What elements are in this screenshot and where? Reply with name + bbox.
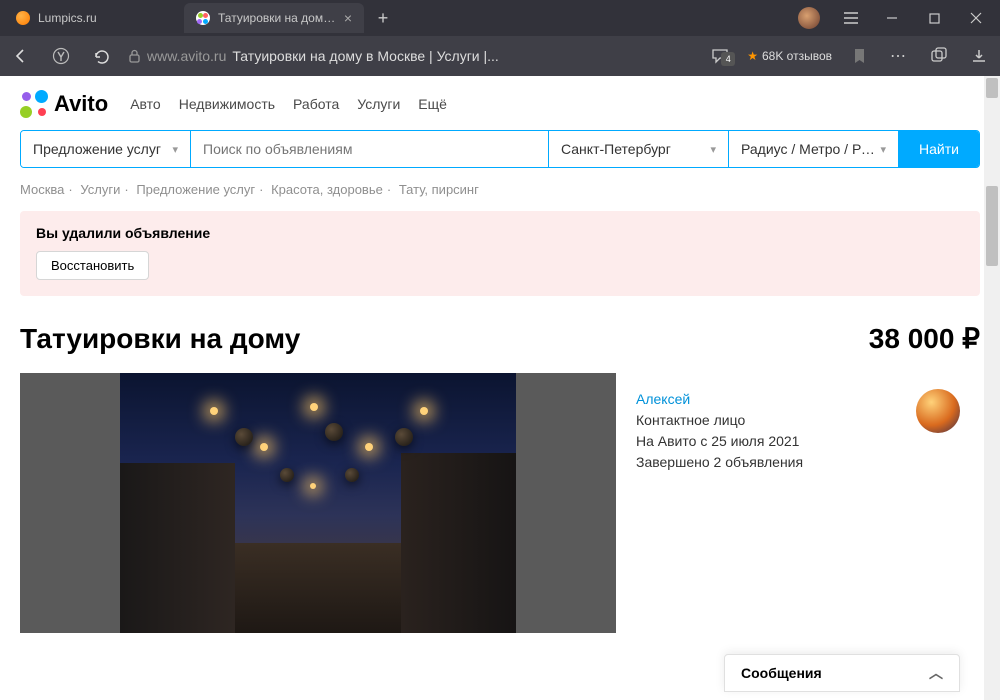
search-bar: Предложение услуг ▾ Санкт-Петербург ▾ Ра… bbox=[20, 130, 980, 168]
tab-title: Lumpics.ru bbox=[38, 11, 172, 25]
profile-avatar-icon[interactable] bbox=[798, 7, 820, 29]
avito-logo[interactable]: Avito bbox=[20, 90, 108, 118]
browser-titlebar: Lumpics.ru Татуировки на дому в | × + bbox=[0, 0, 1000, 36]
alert-title: Вы удалили объявление bbox=[36, 225, 964, 241]
avito-logo-text: Avito bbox=[54, 91, 108, 117]
more-icon[interactable]: ⋯ bbox=[886, 46, 912, 66]
yandex-icon[interactable] bbox=[48, 43, 74, 69]
notification-icon[interactable]: 4 bbox=[707, 48, 733, 64]
browser-tab-inactive[interactable]: Lumpics.ru bbox=[4, 3, 184, 33]
search-category-dropdown[interactable]: Предложение услуг ▾ bbox=[21, 131, 191, 167]
reviews-count: 68K отзывов bbox=[762, 49, 832, 63]
breadcrumb-item[interactable]: Тату, пирсинг bbox=[399, 182, 479, 197]
search-category-value: Предложение услуг bbox=[33, 141, 161, 157]
seller-avatar[interactable] bbox=[916, 389, 960, 433]
deleted-alert: Вы удалили объявление Восстановить bbox=[20, 211, 980, 296]
scrollbar-track[interactable] bbox=[984, 76, 1000, 700]
seller-name-link[interactable]: Алексей bbox=[636, 389, 904, 410]
listing-body: Алексей Контактное лицо На Авито с 25 ию… bbox=[20, 373, 980, 633]
seller-since: На Авито с 25 июля 2021 bbox=[636, 431, 904, 452]
nav-auto[interactable]: Авто bbox=[130, 96, 161, 112]
breadcrumb: Москва· Услуги· Предложение услуг· Красо… bbox=[20, 182, 980, 197]
search-radius-dropdown[interactable]: Радиус / Метро / Рай... ▾ bbox=[729, 131, 899, 167]
site-header: Avito Авто Недвижимость Работа Услуги Ещ… bbox=[20, 90, 980, 118]
extensions-icon[interactable] bbox=[926, 47, 952, 65]
search-city-dropdown[interactable]: Санкт-Петербург ▾ bbox=[549, 131, 729, 167]
top-nav: Авто Недвижимость Работа Услуги Ещё bbox=[130, 96, 447, 112]
notif-count: 4 bbox=[721, 52, 735, 66]
seller-role: Контактное лицо bbox=[636, 410, 904, 431]
url-domain: www.avito.ru bbox=[147, 48, 226, 64]
breadcrumb-item[interactable]: Красота, здоровье bbox=[271, 182, 383, 197]
search-input[interactable] bbox=[203, 141, 536, 157]
nav-services[interactable]: Услуги bbox=[357, 96, 400, 112]
nav-more[interactable]: Ещё bbox=[418, 96, 447, 112]
back-button[interactable] bbox=[8, 43, 34, 69]
page-viewport: Avito Авто Недвижимость Работа Услуги Ещ… bbox=[0, 76, 1000, 700]
listing-title: Татуировки на дому bbox=[20, 323, 300, 355]
tab-title: Татуировки на дому в | bbox=[218, 11, 336, 25]
star-icon: ★ bbox=[747, 49, 758, 63]
restore-button[interactable]: Восстановить bbox=[36, 251, 149, 280]
chevron-down-icon: ▾ bbox=[710, 143, 716, 156]
chevron-down-icon: ▾ bbox=[880, 143, 886, 156]
favicon-orange-icon bbox=[16, 11, 30, 25]
seller-completed: Завершено 2 объявления bbox=[636, 452, 904, 473]
browser-tab-active[interactable]: Татуировки на дому в | × bbox=[184, 3, 364, 33]
search-button[interactable]: Найти bbox=[899, 131, 979, 167]
new-tab-button[interactable]: + bbox=[370, 5, 396, 31]
scrollbar-thumb[interactable] bbox=[986, 186, 998, 266]
bookmark-icon[interactable] bbox=[846, 48, 872, 64]
url-page-title: Татуировки на дому в Москве | Услуги |..… bbox=[232, 48, 498, 64]
search-radius-value: Радиус / Метро / Рай... bbox=[741, 141, 880, 157]
window-close-button[interactable] bbox=[956, 2, 996, 34]
seller-card: Алексей Контактное лицо На Авито с 25 ию… bbox=[616, 373, 980, 633]
chevron-up-icon: ︿ bbox=[929, 663, 943, 683]
listing-gallery[interactable] bbox=[20, 373, 616, 633]
tab-close-icon[interactable]: × bbox=[344, 10, 352, 26]
search-query-wrap bbox=[191, 131, 549, 167]
url-field[interactable]: www.avito.ru Татуировки на дому в Москве… bbox=[128, 42, 693, 70]
browser-address-bar: www.avito.ru Татуировки на дому в Москве… bbox=[0, 36, 1000, 76]
breadcrumb-item[interactable]: Москва bbox=[20, 182, 64, 197]
download-icon[interactable] bbox=[966, 48, 992, 64]
chevron-down-icon: ▾ bbox=[172, 143, 178, 156]
favicon-avito-icon bbox=[196, 11, 210, 25]
nav-jobs[interactable]: Работа bbox=[293, 96, 339, 112]
listing-main-image bbox=[120, 373, 516, 633]
listing-header: Татуировки на дому 38 000 ₽ bbox=[20, 322, 980, 355]
reload-button[interactable] bbox=[88, 43, 114, 69]
window-minimize-button[interactable] bbox=[872, 2, 912, 34]
search-city-value: Санкт-Петербург bbox=[561, 141, 671, 157]
messages-panel-toggle[interactable]: Сообщения ︿ bbox=[724, 654, 960, 692]
scroll-up-arrow[interactable] bbox=[986, 78, 998, 98]
listing-price: 38 000 ₽ bbox=[869, 322, 980, 355]
breadcrumb-item[interactable]: Предложение услуг bbox=[136, 182, 255, 197]
window-maximize-button[interactable] bbox=[914, 2, 954, 34]
lock-icon bbox=[128, 49, 141, 63]
breadcrumb-item[interactable]: Услуги bbox=[80, 182, 120, 197]
browser-menu-icon[interactable] bbox=[832, 2, 870, 34]
messages-label: Сообщения bbox=[741, 665, 822, 681]
avito-logo-icon bbox=[20, 90, 48, 118]
reviews-extension-badge[interactable]: ★ 68K отзывов bbox=[747, 49, 832, 63]
nav-realty[interactable]: Недвижимость bbox=[179, 96, 275, 112]
